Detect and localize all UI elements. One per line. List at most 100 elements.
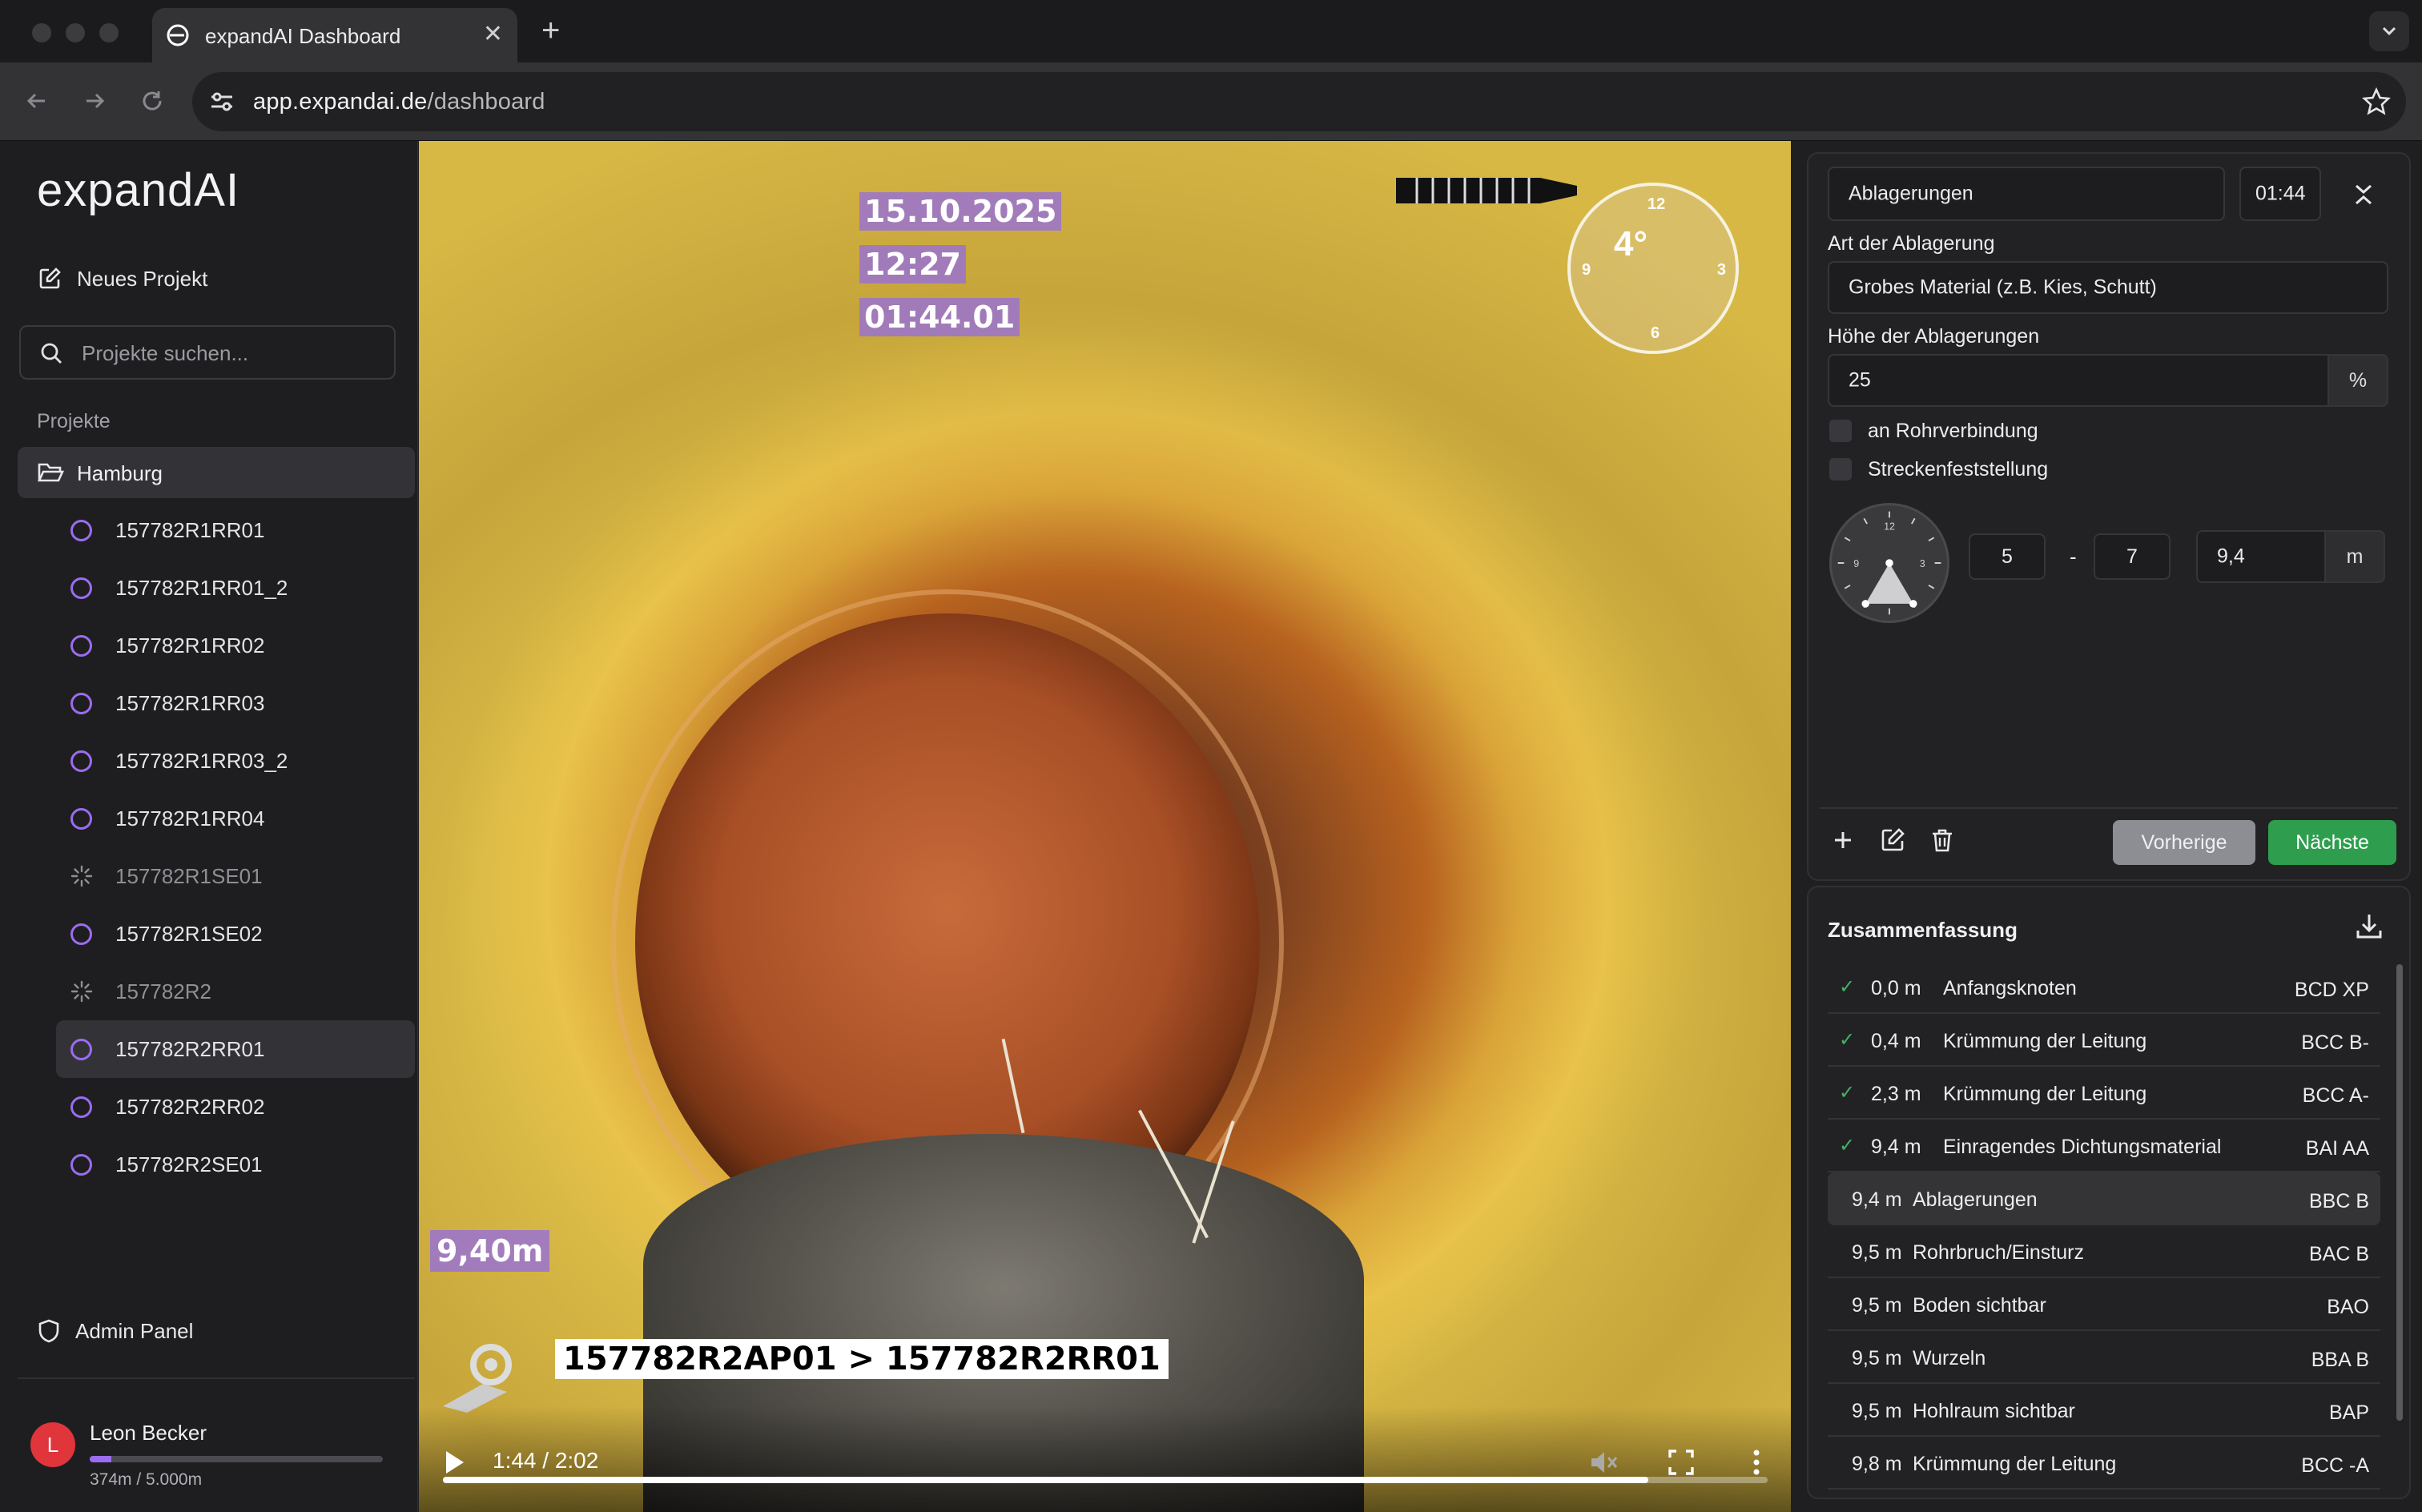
row-distance: 9,5 m	[1852, 1400, 1902, 1422]
summary-row[interactable]: ✓ 0,0 m Anfangsknoten BCD XP	[1828, 961, 2380, 1014]
previous-button[interactable]: Vorherige	[2113, 820, 2255, 865]
row-code: BCC A-	[2302, 1084, 2369, 1107]
project-item[interactable]: 157782R1RR01_2	[56, 559, 415, 617]
trash-icon[interactable]	[1929, 826, 1956, 854]
check-icon: ✓	[1839, 1135, 1856, 1156]
project-item[interactable]: 157782R1SE01	[56, 847, 415, 905]
project-item[interactable]: 157782R1SE02	[56, 905, 415, 963]
project-item[interactable]: 157782R1RR03	[56, 674, 415, 732]
summary-row[interactable]: 9,5 m Wurzeln BBA B	[1828, 1331, 2380, 1384]
tab-menu-button[interactable]	[2369, 11, 2409, 51]
hoehe-label: Höhe der Ablagerungen	[1828, 325, 2040, 348]
download-icon[interactable]	[2353, 910, 2385, 942]
status-circle-icon	[70, 808, 92, 830]
row-code: BAP	[2328, 1401, 2369, 1424]
folder-hamburg[interactable]: Hamburg	[18, 447, 415, 498]
browser-tabbar: expandAI Dashboard ✕ +	[0, 0, 2422, 62]
rohrverbindung-checkbox[interactable]	[1829, 420, 1852, 442]
reload-icon[interactable]	[136, 85, 168, 117]
summary-row[interactable]: ✓ 0,4 m Krümmung der Leitung BCC B-	[1828, 1014, 2380, 1067]
loading-spinner-icon	[70, 980, 93, 1003]
address-bar[interactable]: app.expandai.de/dashboard	[192, 72, 2406, 131]
window-close-dot[interactable]	[32, 23, 51, 42]
row-code: BCD XP	[2294, 979, 2369, 1001]
row-code: BAO	[2327, 1296, 2369, 1318]
search-icon	[41, 343, 62, 364]
compass-tick: 9	[1582, 261, 1591, 279]
chevron-down-icon	[2382, 26, 2396, 36]
site-settings-icon[interactable]	[208, 88, 235, 115]
project-label: 157782R1RR03_2	[115, 749, 288, 773]
new-tab-icon[interactable]: +	[541, 14, 560, 46]
project-item[interactable]: 157782R1RR01	[56, 501, 415, 559]
summary-row[interactable]: 9,5 m Rohrbruch/Einsturz BAC B	[1828, 1225, 2380, 1278]
project-item[interactable]: 157782R1RR04	[56, 790, 415, 847]
observation-form: Ablagerungen 01:44 Art der Ablagerung Gr…	[1807, 152, 2411, 881]
status-circle-icon	[70, 693, 92, 714]
summary-row-active[interactable]: 9,4 m Ablagerungen BBC B	[1828, 1172, 2380, 1225]
inspection-video[interactable]: 15.10.2025 12:27 01:44.01 12 3 6 9 4° 9,…	[419, 141, 1791, 1512]
overlay-timecode: 01:44.01	[859, 298, 1020, 336]
browser-toolbar: app.expandai.de/dashboard	[0, 62, 2422, 141]
distance-input[interactable]: 9,4	[2196, 530, 2326, 583]
project-label: 157782R1SE02	[115, 922, 263, 946]
play-icon[interactable]	[446, 1451, 464, 1474]
window-minimize-dot[interactable]	[66, 23, 85, 42]
summary-row[interactable]: ✓ 2,3 m Krümmung der Leitung BCC A-	[1828, 1067, 2380, 1120]
project-item[interactable]: 157782R2SE01	[56, 1136, 415, 1193]
browser-tab[interactable]: expandAI Dashboard ✕	[152, 8, 517, 62]
hoehe-input[interactable]: 25	[1828, 354, 2329, 407]
edit-icon[interactable]	[1879, 826, 1906, 854]
admin-panel-link[interactable]: Admin Panel	[37, 1318, 193, 1344]
observation-type-select[interactable]: Ablagerungen	[1828, 167, 2225, 221]
user-name: Leon Becker	[90, 1421, 207, 1445]
forward-icon[interactable]	[78, 85, 111, 117]
overlay-time: 12:27	[859, 245, 966, 284]
muted-volume-icon[interactable]	[1587, 1446, 1619, 1478]
project-list: 157782R1RR01 157782R1RR01_2 157782R1RR02…	[56, 501, 415, 1193]
art-select[interactable]: Grobes Material (z.B. Kies, Schutt)	[1828, 261, 2388, 314]
collapse-icon[interactable]	[2350, 181, 2377, 208]
video-controls: 1:44 / 2:02	[419, 1406, 1791, 1512]
distance-unit: m	[2324, 530, 2385, 583]
clock-from-input[interactable]: 5	[1969, 533, 2046, 580]
more-options-icon[interactable]	[1740, 1446, 1772, 1478]
summary-row[interactable]: 9,8 m Krümmung der Leitung BCC -A	[1828, 1437, 2380, 1490]
clock-position-picker[interactable]: 12 3 9	[1829, 503, 1949, 623]
status-circle-icon	[70, 635, 92, 657]
project-item[interactable]: 157782R1RR03_2	[56, 732, 415, 790]
project-search-input[interactable]: Projekte suchen...	[19, 325, 396, 380]
row-description: Hohlraum sichtbar	[1913, 1400, 2075, 1422]
summary-row[interactable]: ✓ 9,4 m Einragendes Dichtungsmaterial BAI A…	[1828, 1120, 2380, 1172]
strecken-checkbox[interactable]	[1829, 458, 1852, 481]
row-distance: 0,0 m	[1871, 977, 1921, 999]
bookmark-star-icon[interactable]	[2361, 86, 2392, 117]
summary-row[interactable]: 9,5 m Hohlraum sichtbar BAP	[1828, 1384, 2380, 1437]
project-item[interactable]: 157782R2	[56, 963, 415, 1020]
next-button[interactable]: Nächste	[2268, 820, 2396, 865]
status-circle-icon	[70, 1154, 92, 1176]
search-placeholder: Projekte suchen...	[82, 341, 249, 365]
status-circle-icon	[70, 1039, 92, 1060]
project-item[interactable]: 157782R2RR02	[56, 1078, 415, 1136]
status-circle-icon	[70, 750, 92, 772]
video-progress-bar[interactable]	[443, 1477, 1768, 1483]
row-distance: 9,5 m	[1852, 1294, 1902, 1317]
timestamp-field[interactable]: 01:44	[2239, 167, 2321, 221]
clock-separator: -	[2070, 545, 2077, 569]
storage-quota-text: 374m / 5.000m	[90, 1470, 203, 1489]
tab-close-icon[interactable]: ✕	[483, 21, 503, 48]
summary-row[interactable]: 9,5 m Boden sichtbar BAO	[1828, 1278, 2380, 1331]
add-icon[interactable]	[1829, 826, 1857, 854]
summary-scrollbar[interactable]	[2396, 964, 2403, 1421]
fullscreen-icon[interactable]	[1665, 1446, 1697, 1478]
window-maximize-dot[interactable]	[99, 23, 119, 42]
back-icon[interactable]	[21, 85, 53, 117]
avatar[interactable]: L	[30, 1422, 75, 1467]
compass-angle: 4°	[1614, 224, 1648, 263]
row-code: BCC -A	[2301, 1454, 2369, 1477]
clock-to-input[interactable]: 7	[2094, 533, 2171, 580]
new-project-button[interactable]: Neues Projekt	[37, 266, 207, 292]
project-item-active[interactable]: 157782R2RR01	[56, 1020, 415, 1078]
project-item[interactable]: 157782R1RR02	[56, 617, 415, 674]
